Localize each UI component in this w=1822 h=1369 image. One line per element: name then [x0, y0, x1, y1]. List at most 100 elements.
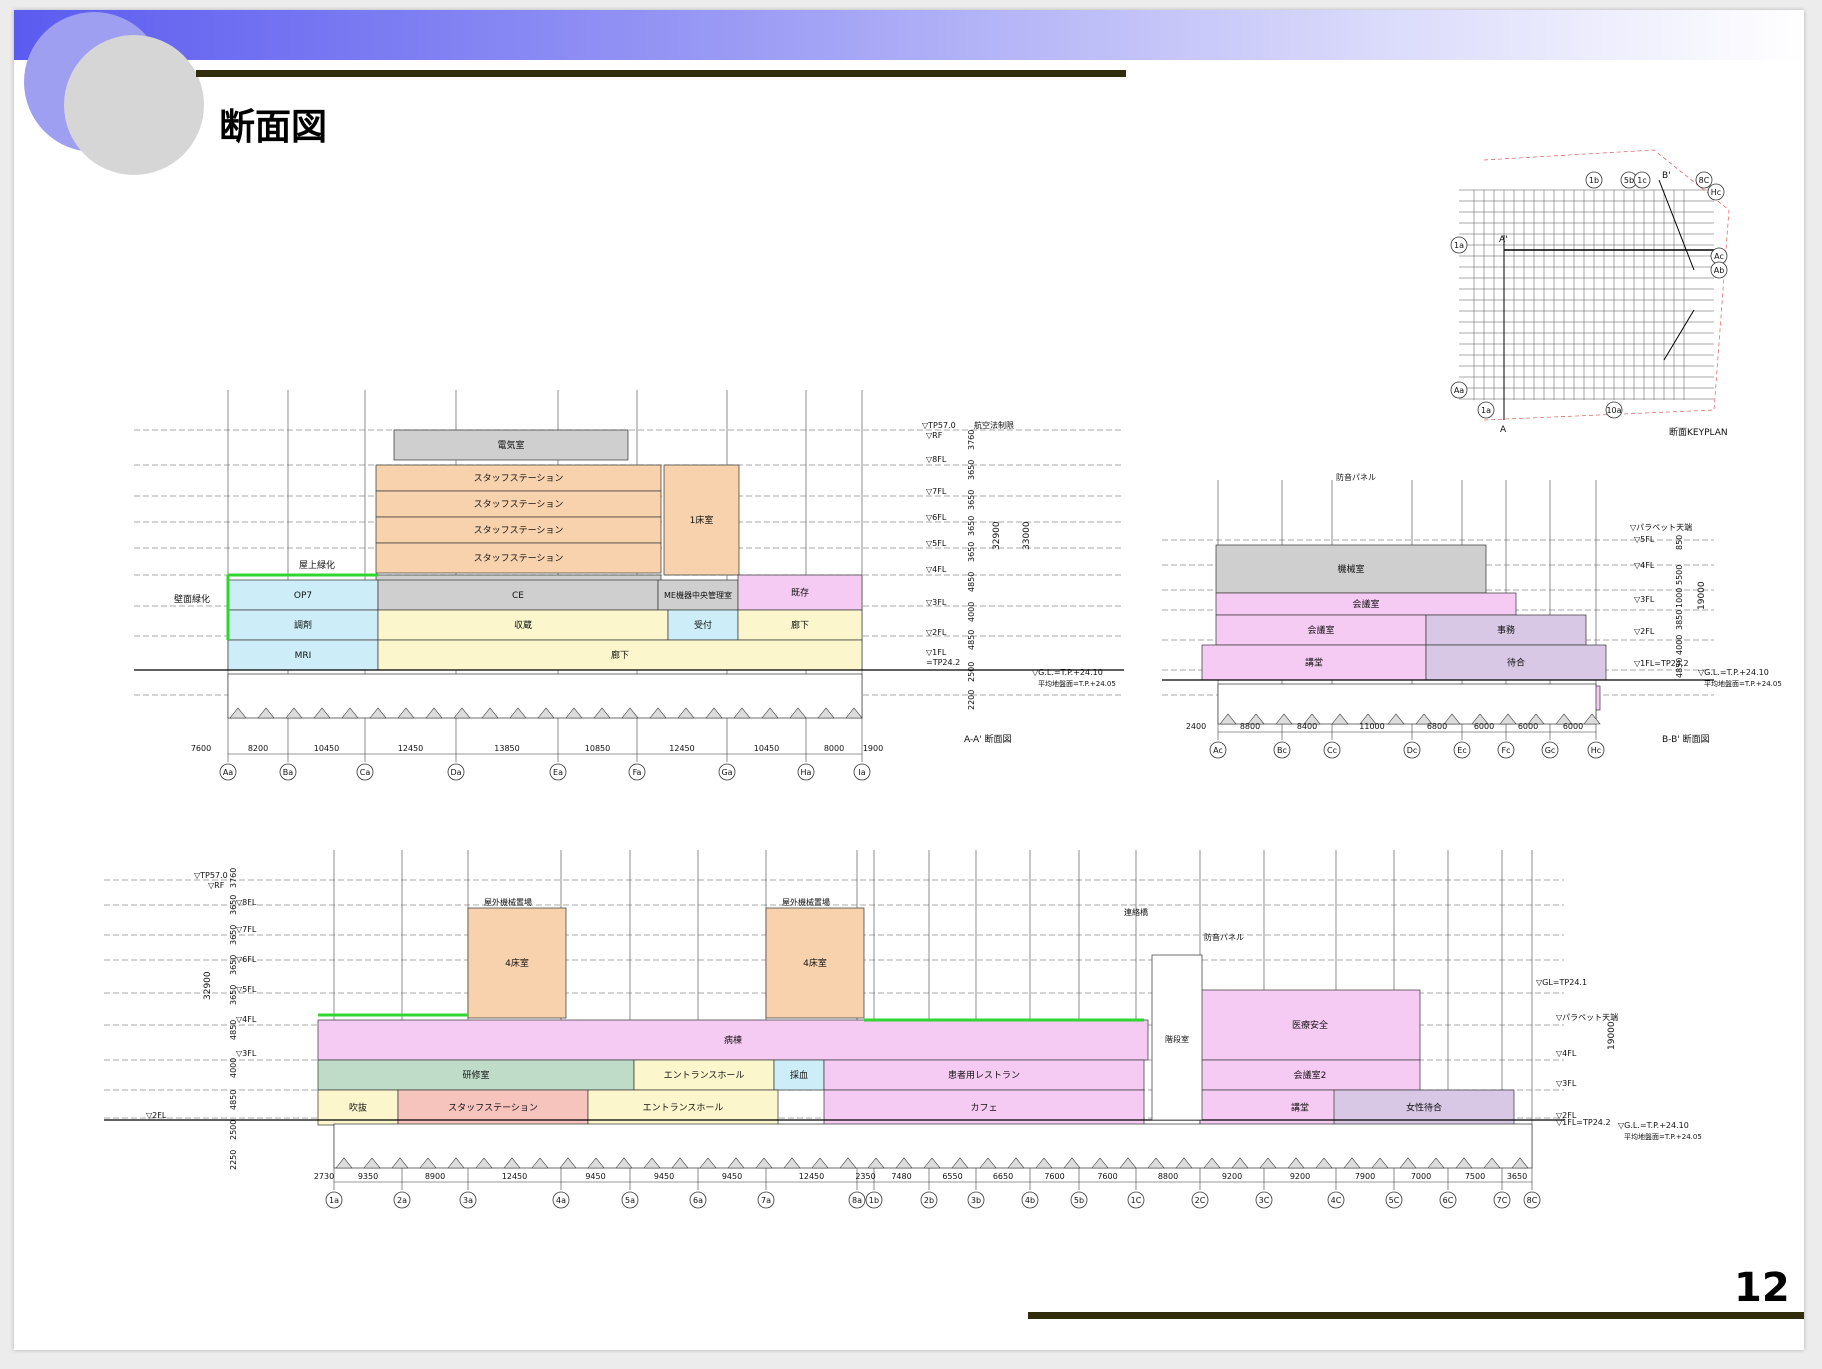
section-c-axis-12-label: 5b — [1074, 1196, 1084, 1205]
section-drawings: 1b 5b 1c 8CHc1aAcAbAa1a 10aA'AB'断面KEYPLAN▽TP… — [104, 149, 1782, 1209]
section-c-room-label-8: スタッフステーション — [448, 1103, 538, 1114]
section-bb-gl-note: ▽G.L.=T.P.+24.10 — [1698, 668, 1769, 677]
section-bb-floor-height-0: 850 — [1675, 535, 1684, 550]
section-bb-axis-0-label: Ac — [1213, 746, 1223, 755]
section-aa-floor-height-0: 3760 — [967, 430, 976, 450]
section-aa-axis-4-label: Ea — [553, 768, 563, 777]
section-bb-span-0: 2400 — [1186, 722, 1206, 731]
section-aa-room-label-1: スタッフステーション — [474, 473, 564, 484]
section-aa-room-label-12: 収蔵 — [514, 619, 532, 631]
section-c-bridge-label: 連絡橋 — [1124, 907, 1148, 917]
section-aa-axis-8-label: Ia — [858, 768, 865, 777]
section-c-level-label-2: ▽8FL — [236, 898, 257, 907]
section-c-axis-8-label: 1b — [869, 1196, 879, 1205]
section-bb-level-label-0: ▽パラペット天端 — [1630, 522, 1692, 532]
section-c-level-label-10: ▽パラペット天端 — [1556, 1012, 1618, 1022]
section-c-stair-core-label: 階段室 — [1165, 1034, 1189, 1044]
section-aa-room-label-14: 廊下 — [791, 619, 809, 631]
section-aa-room-label-9: ME機器中央管理室 — [664, 590, 732, 600]
section-aa-room-label-8: CE — [512, 591, 524, 601]
section-c-span-20: 3650 — [1507, 1172, 1527, 1181]
section-c-level-label-3: ▽7FL — [236, 925, 257, 934]
section-c-axis-1-label: 2a — [397, 1196, 407, 1205]
section-aa-span-2: 10450 — [314, 744, 339, 753]
section-c-level-label-4: ▽6FL — [236, 955, 257, 964]
section-aa-axis-1-label: Ba — [283, 768, 293, 777]
section-aa-span-5: 10850 — [585, 744, 610, 753]
section-c-axis-19-label: 7C — [1497, 1196, 1508, 1205]
section-aa-label: A-A' 断面図 — [964, 733, 1012, 745]
section-bb-avg-ground-note: 平均地盤面=T.P.+24.05 — [1704, 679, 1782, 688]
section-c-room-label-11: 医療安全 — [1292, 1019, 1328, 1031]
section-c-axis-2-label: 3a — [463, 1196, 473, 1205]
section-aa-axis-5-label: Fa — [633, 768, 642, 777]
section-aa-span-8: 8000 — [824, 744, 844, 753]
section-c-floor-height-3: 3650 — [229, 955, 238, 975]
section-aa-span-9: 1900 — [863, 744, 883, 753]
section-bb-span-1: 8800 — [1240, 722, 1260, 731]
section-bb-axis-4-label: Ec — [1457, 746, 1466, 755]
section-bb-span-7: 6000 — [1563, 722, 1583, 731]
section-aa-level-label-2: ▽8FL — [926, 455, 947, 464]
section-c-span-10: 6550 — [942, 1172, 962, 1181]
section-c-span-13: 7600 — [1097, 1172, 1117, 1181]
section-c-room-label-5: 採血 — [790, 1069, 808, 1081]
section-c-span-3: 12450 — [502, 1172, 527, 1181]
section-bb-total-height-0: 19000 — [1697, 581, 1707, 610]
section-c-axis-3-label: 4a — [556, 1196, 566, 1205]
section-c-span-12: 7600 — [1044, 1172, 1064, 1181]
section-aa-floor-height-8: 2500 — [967, 662, 976, 682]
section-c-avg-ground-note: 平均地盤面=T.P.+24.05 — [1624, 1132, 1702, 1141]
keyplan-axis-1-label: 5b — [1624, 176, 1634, 185]
section-bb-room-label-4: 講堂 — [1305, 657, 1323, 669]
section-bb-floor-height-1: 5500 — [1675, 565, 1684, 585]
section-aa-span-3: 12450 — [398, 744, 423, 753]
section-bb-level-label-2: ▽4FL — [1634, 561, 1655, 570]
section-aa-span-1: 8200 — [248, 744, 268, 753]
section-c-room-label-1: 4床室 — [803, 957, 827, 969]
section-bb-floor-height-4: 4000 — [1675, 635, 1684, 655]
section-c-span-11: 6650 — [993, 1172, 1013, 1181]
section-aa-level-label-8: ▽2FL — [926, 628, 947, 637]
section-c-span-6: 9450 — [722, 1172, 742, 1181]
section-c-floor-height-6: 4000 — [229, 1058, 238, 1078]
section-c-room-label-7: 吹抜 — [349, 1102, 367, 1114]
section-aa-floor-height-7: 4850 — [967, 630, 976, 650]
section-aa-level-label-1: ▽RF — [926, 431, 943, 440]
section-c-floor-height-2: 3650 — [229, 925, 238, 945]
section-c-span-17: 7900 — [1355, 1172, 1375, 1181]
section-c-axis-6-label: 7a — [761, 1196, 771, 1205]
section-bb-span-6: 6000 — [1518, 722, 1538, 731]
section-c-axis-11-label: 4b — [1025, 1196, 1035, 1205]
section-bb-level-label-4: ▽2FL — [1634, 627, 1655, 636]
section-aa-level-label-10: =TP24.2 — [926, 658, 960, 667]
section-aa-floor-height-4: 3650 — [967, 542, 976, 562]
section-aa-room-label-13: 受付 — [694, 619, 712, 631]
keyplan-axis-3-label: 8C — [1699, 176, 1710, 185]
section-c-floor-height-4: 3650 — [229, 985, 238, 1005]
section-aa-room-label-16: 廊下 — [611, 649, 629, 661]
section-c-axis-20-label: 8C — [1527, 1196, 1538, 1205]
keyplan-axis-4-label: Hc — [1711, 188, 1721, 197]
section-aa-floor-height-3: 3650 — [967, 516, 976, 536]
section-aa-room-label-0: 電気室 — [497, 439, 524, 451]
keyplan-north-arrow-line — [1663, 309, 1695, 361]
section-bb-label: B-B' 断面図 — [1662, 733, 1710, 745]
keyplan-axis-9-label: 1a — [1481, 406, 1491, 415]
section-c-room-label-14: 女性待合 — [1406, 1102, 1442, 1114]
section-c-level-label-7: ▽3FL — [236, 1049, 257, 1058]
section-aa-axis-7-label: Ha — [801, 768, 812, 777]
section-c-floor-height-5: 4850 — [229, 1020, 238, 1040]
section-bb-room-label-0: 機械室 — [1337, 563, 1364, 575]
section-bb-axis-3-label: Dc — [1407, 746, 1418, 755]
keyplan-label: 断面KEYPLAN — [1669, 426, 1728, 438]
section-c-level-label-9: ▽GL=TP24.1 — [1536, 978, 1587, 987]
section-c-axis-0-label: 1a — [329, 1196, 339, 1205]
section-c-span-4: 9450 — [585, 1172, 605, 1181]
section-c-room-label-0: 4床室 — [505, 957, 529, 969]
section-bb-level-label-3: ▽3FL — [1634, 595, 1655, 604]
section-c-room-label-6: 患者用レストラン — [948, 1069, 1020, 1081]
section-c-span-7: 12450 — [799, 1172, 824, 1181]
keyplan-axis-0-label: 1b — [1589, 176, 1599, 185]
section-aa-total-height-0: 32900 — [992, 521, 1002, 550]
